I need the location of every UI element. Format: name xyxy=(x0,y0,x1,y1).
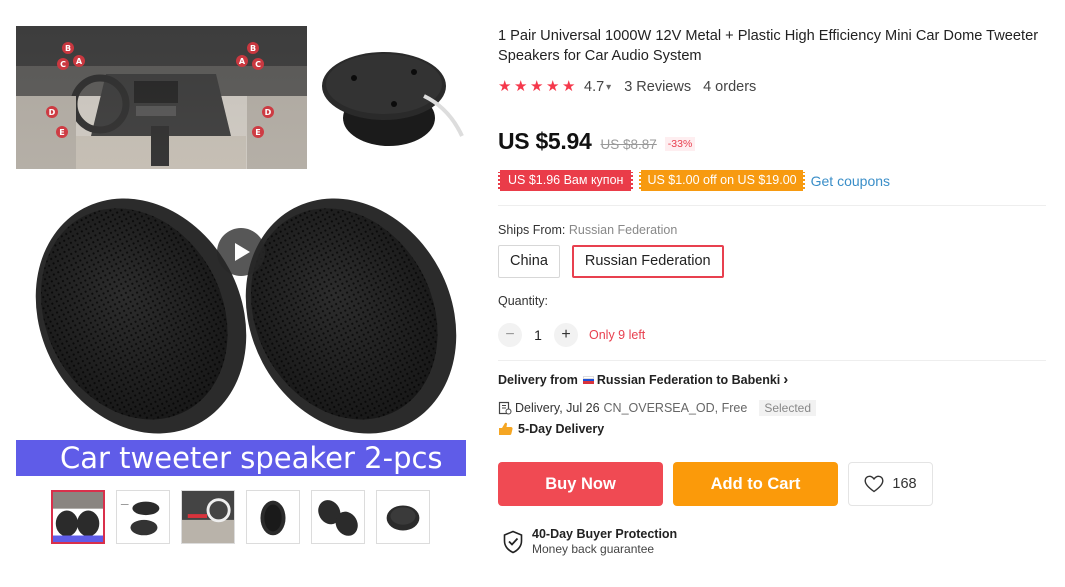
chevron-down-icon[interactable]: ▾ xyxy=(606,82,611,93)
rating-row: ★ ★ ★ ★ ★ 4.7 ▾ 3 Reviews 4 orders xyxy=(498,76,1050,98)
star-rating: ★ ★ ★ ★ ★ xyxy=(498,78,576,95)
selected-badge: Selected xyxy=(759,400,817,416)
star-icon: ★ xyxy=(546,78,560,95)
buyer-protection: 40-Day Buyer Protection Money back guara… xyxy=(502,527,677,557)
dash-marker-label: D xyxy=(265,108,272,117)
delivery-option: Delivery, Jul 26 CN_OVERSEA_OD, Free Sel… xyxy=(498,400,817,416)
thumbnail-4[interactable] xyxy=(246,490,300,544)
product-image-tweeter-back xyxy=(314,26,466,169)
thumbnail-2[interactable] xyxy=(116,490,170,544)
thumbnail-3[interactable] xyxy=(181,490,235,544)
dash-marker-label: E xyxy=(59,128,64,137)
dash-marker-label: C xyxy=(255,60,261,69)
get-coupons-link[interactable]: Get coupons xyxy=(811,173,890,189)
wishlist-button[interactable]: 168 xyxy=(848,462,933,506)
product-image-tweeter-pair xyxy=(16,176,466,462)
protection-title: 40-Day Buyer Protection xyxy=(532,527,678,541)
delivery-date: Delivery, Jul 26 xyxy=(515,401,600,415)
delivery-method: CN_OVERSEA_OD, Free xyxy=(603,401,748,415)
dash-marker-label: E xyxy=(255,128,260,137)
dash-marker-label: D xyxy=(49,108,56,117)
dash-marker-label: B xyxy=(250,44,256,53)
product-title: 1 Pair Universal 1000W 12V Metal + Plast… xyxy=(498,28,1039,64)
current-price: US $5.94 xyxy=(498,128,592,154)
price-row: US $5.94 US $8.87 -33% xyxy=(498,128,696,155)
dash-marker-label: B xyxy=(65,44,71,53)
ship-option-china[interactable]: China xyxy=(498,245,560,278)
quantity-stepper: − 1 + Only 9 left xyxy=(498,323,645,347)
orders-count: 4 orders xyxy=(703,79,757,95)
quantity-label: Quantity: xyxy=(498,294,549,308)
video-play-button[interactable] xyxy=(217,228,265,276)
ships-from-options: China Russian Federation xyxy=(498,245,724,278)
divider xyxy=(498,205,1046,206)
product-image-dashboard: BACDEBACDE xyxy=(16,26,307,169)
chevron-right-icon: › xyxy=(783,371,789,388)
gallery-banner: Car tweeter speaker 2-pcs xyxy=(16,440,466,476)
thumbs-up-icon xyxy=(499,422,513,435)
ships-from-value: Russian Federation xyxy=(568,223,678,237)
delivery-from-selector[interactable]: Delivery from Russian Federation to Babe… xyxy=(498,371,789,388)
wishlist-count: 168 xyxy=(892,476,917,492)
quantity-increase-button[interactable]: + xyxy=(554,323,578,347)
dash-marker-label: A xyxy=(239,57,246,66)
ship-option-russian-federation[interactable]: Russian Federation xyxy=(571,245,724,278)
package-icon xyxy=(498,401,512,415)
star-icon: ★ xyxy=(514,78,528,95)
play-icon xyxy=(235,243,250,261)
dash-marker-label: A xyxy=(76,57,83,66)
product-gallery: BACDEBACDE Car tweeter speaker 2-pcs xyxy=(16,26,466,476)
star-icon: ★ xyxy=(498,78,512,95)
protection-subtitle: Money back guarantee xyxy=(532,542,655,556)
select-coupon[interactable]: US $1.00 off on US $19.00 xyxy=(639,170,805,191)
star-icon: ★ xyxy=(562,78,576,95)
action-buttons: Buy Now Add to Cart 168 xyxy=(498,462,933,506)
dash-marker-label: C xyxy=(60,60,66,69)
quantity-input[interactable]: 1 xyxy=(522,327,554,343)
delivery-from-prefix: Delivery from xyxy=(498,373,578,387)
ships-from-label: Ships From: Russian Federation xyxy=(498,223,677,237)
fast-delivery: 5-Day Delivery xyxy=(498,422,604,436)
quantity-decrease-button[interactable]: − xyxy=(498,323,522,347)
thumbnail-6[interactable] xyxy=(376,490,430,544)
star-icon: ★ xyxy=(530,78,544,95)
original-price: US $8.87 xyxy=(600,137,657,152)
product-info: 1 Pair Universal 1000W 12V Metal + Plast… xyxy=(498,26,1050,98)
rating-value[interactable]: 4.7 xyxy=(584,79,604,95)
discount-badge: -33% xyxy=(664,137,696,151)
heart-icon xyxy=(864,475,884,493)
coupon-row: US $1.96 Вам купон US $1.00 off on US $1… xyxy=(498,170,890,191)
divider xyxy=(498,360,1046,361)
thumbnail-5[interactable] xyxy=(311,490,365,544)
buy-now-button[interactable]: Buy Now xyxy=(498,462,663,506)
delivery-from-route: Russian Federation to Babenki xyxy=(596,373,781,387)
reviews-link[interactable]: 3 Reviews xyxy=(624,79,691,95)
store-coupon[interactable]: US $1.96 Вам купон xyxy=(498,170,634,191)
thumbnail-1[interactable] xyxy=(51,490,105,544)
fast-delivery-label: 5-Day Delivery xyxy=(518,422,605,436)
ships-from-title: Ships From: xyxy=(498,223,566,237)
shield-check-icon xyxy=(503,530,523,554)
stock-left: Only 9 left xyxy=(589,328,646,342)
thumbnail-strip xyxy=(51,490,430,546)
russia-flag-icon xyxy=(582,376,594,384)
add-to-cart-button[interactable]: Add to Cart xyxy=(673,462,838,506)
